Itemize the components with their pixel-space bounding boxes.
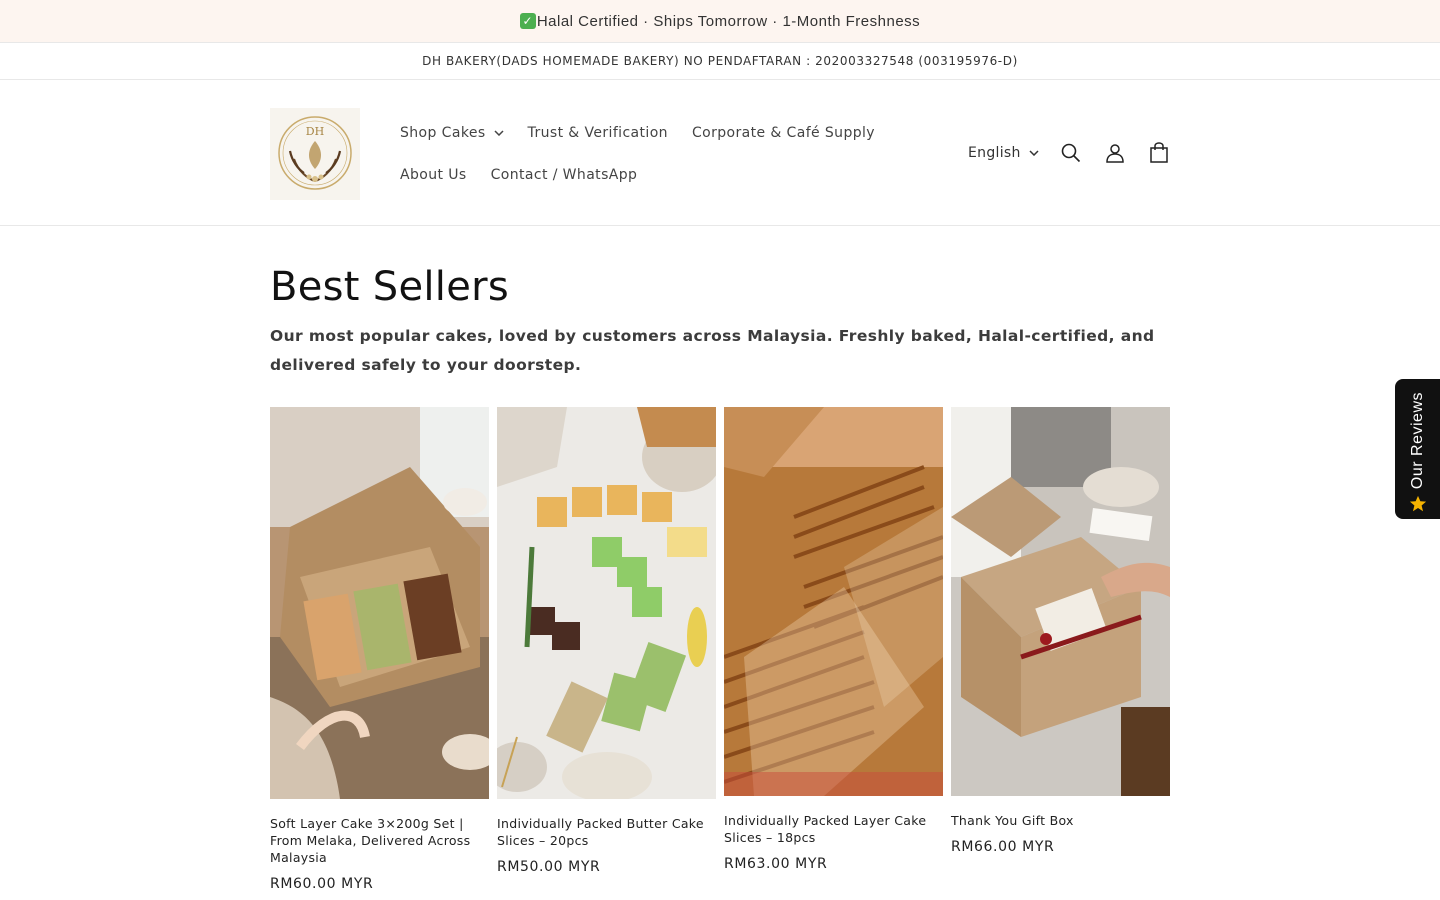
site-header: DH Shop Cakes Trust & Verification Corpo… (0, 80, 1440, 226)
product-name[interactable]: Soft Layer Cake 3×200g Set | From Melaka… (270, 815, 489, 866)
nav-label: Corporate & Café Supply (691, 125, 875, 141)
star-icon (1409, 495, 1426, 512)
cart-icon (1149, 142, 1168, 163)
nav-label: Contact / WhatsApp (490, 167, 638, 183)
product-image[interactable] (951, 407, 1170, 796)
product-price: RM63.00 MYR (724, 856, 828, 872)
product-price: RM50.00 MYR (497, 859, 601, 875)
product-card[interactable]: Soft Layer Cake 3×200g Set | From Melaka… (270, 407, 489, 892)
layer-cake-slices-image (724, 407, 943, 796)
search-icon (1061, 143, 1080, 163)
page-title: Best Sellers (270, 264, 510, 310)
logo-emblem-icon: DH (278, 116, 352, 190)
nav-about-us[interactable]: About Us (388, 154, 479, 196)
announcement-bar: ✓ Halal Certified · Ships Tomorrow · 1-M… (0, 0, 1440, 42)
page-description: Our most popular cakes, loved by custome… (270, 327, 1155, 374)
product-image[interactable] (724, 407, 943, 796)
product-card[interactable]: Individually Packed Layer Cake Slices – … (724, 407, 943, 892)
product-image[interactable] (270, 407, 489, 799)
product-card[interactable]: Thank You Gift Box RM66.00 MYR (951, 407, 1170, 892)
nav-label: About Us (400, 167, 467, 183)
nav-trust-verification[interactable]: Trust & Verification (516, 112, 680, 154)
account-button[interactable] (1093, 131, 1137, 175)
chevron-down-icon (494, 130, 504, 136)
logo-text: DH (306, 125, 324, 138)
main-nav: Shop Cakes Trust & Verification Corporat… (388, 112, 928, 196)
product-price: RM66.00 MYR (951, 839, 1055, 855)
nav-contact-whatsapp[interactable]: Contact / WhatsApp (479, 154, 650, 196)
account-icon (1105, 144, 1124, 163)
product-name[interactable]: Individually Packed Layer Cake Slices – … (724, 812, 943, 846)
nav-label: Shop Cakes (400, 125, 486, 141)
registration-bar: DH BAKERY(DADS HOMEMADE BAKERY) NO PENDA… (0, 42, 1440, 80)
nav-shop-cakes[interactable]: Shop Cakes (388, 112, 516, 154)
nav-label: Trust & Verification (527, 125, 668, 141)
checkmark-icon: ✓ (519, 13, 536, 29)
language-label: English (968, 145, 1021, 161)
registration-text: DH BAKERY(DADS HOMEMADE BAKERY) NO PENDA… (422, 54, 1018, 68)
cart-button[interactable] (1137, 131, 1181, 175)
language-selector[interactable]: English (958, 145, 1049, 161)
header-actions: English (958, 132, 1181, 174)
layer-cake-set-image (270, 407, 489, 799)
product-grid: Soft Layer Cake 3×200g Set | From Melaka… (270, 407, 1170, 892)
butter-cake-slices-image (497, 407, 716, 799)
product-card[interactable]: Individually Packed Butter Cake Slices –… (497, 407, 716, 892)
chevron-down-icon (1029, 150, 1039, 156)
announcement-text: Halal Certified · Ships Tomorrow · 1-Mon… (536, 12, 921, 30)
thank-you-gift-box-image (951, 407, 1170, 796)
reviews-tab-label: Our Reviews (1408, 391, 1426, 489)
nav-corporate-cafe-supply[interactable]: Corporate & Café Supply (680, 112, 887, 154)
product-name[interactable]: Individually Packed Butter Cake Slices –… (497, 815, 716, 849)
store-logo[interactable]: DH (270, 108, 360, 200)
search-button[interactable] (1049, 131, 1093, 175)
product-image[interactable] (497, 407, 716, 799)
product-price: RM60.00 MYR (270, 876, 374, 892)
our-reviews-tab[interactable]: Our Reviews (1395, 379, 1440, 519)
product-name[interactable]: Thank You Gift Box (951, 812, 1170, 829)
